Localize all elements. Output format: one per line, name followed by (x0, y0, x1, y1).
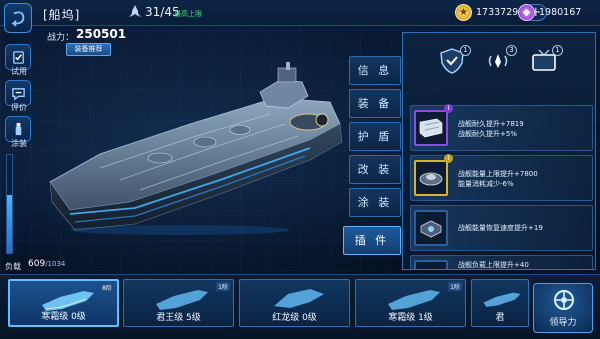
rocket-icon (129, 5, 141, 17)
ship-cap-note: 最高上限 (174, 10, 202, 18)
plugin-line-1: 战舰能量恢复速度提升+19 (458, 224, 543, 232)
trial-label: 试用 (11, 67, 27, 76)
recharge-module-icon (420, 220, 442, 238)
slot-count-badge: 3 (506, 45, 517, 56)
star-coin-icon: ★ (455, 4, 472, 21)
purple-gem-icon: ◆ (518, 4, 535, 21)
plugin-grade: I (444, 154, 453, 163)
plugin-thumb (414, 110, 448, 146)
ship-tier-tag: 1阶 (448, 282, 462, 291)
battleship-model (49, 62, 343, 235)
load-bar (6, 154, 13, 254)
page-title: [船坞] (43, 8, 81, 22)
ship-name: 君王级 5级 (156, 313, 201, 323)
plugin-line-1: 战舰耐久提升+7819 (458, 120, 524, 128)
paint-label: 涂装 (11, 139, 27, 148)
power-label: 战力： (47, 33, 75, 43)
gem-resource: ◆ 1980167 (518, 3, 581, 22)
check-doc-icon (12, 50, 24, 64)
tab-equipment[interactable]: 装 备 (349, 89, 401, 118)
ship-card[interactable]: 1阶 君王级 5级 (123, 279, 234, 327)
ship-thumb-icon (483, 292, 521, 307)
ship-thumb-icon (388, 290, 440, 310)
plugin-panel: 1 3 1 I 战舰耐久提升+7819 战舰耐久提升+5% I 战舰能量上限提升… (402, 32, 596, 270)
load-current: 609 (28, 259, 46, 269)
tab-modify[interactable]: 改 装 (349, 155, 401, 184)
load-max: /1034 (45, 260, 66, 268)
tab-plugins[interactable]: 插 件 (343, 226, 401, 255)
back-arrow-icon (11, 11, 25, 27)
gem-value: 1980167 (539, 7, 582, 18)
back-button[interactable] (4, 3, 32, 33)
load-value: 609/1034 (28, 259, 65, 269)
ship-card[interactable]: 1阶 寒霜级 1级 (355, 279, 466, 327)
load-bar-fill (7, 195, 12, 253)
plugin-item[interactable]: I 战舰耐久提升+7819 战舰耐久提升+5% (410, 104, 593, 151)
plugin-item[interactable]: I 战舰能量上限提升+7800 能量消耗减少-6% (410, 154, 593, 201)
ship-card[interactable]: 8阶 寒霜级 0级 (8, 279, 119, 327)
paint-bottle-icon (15, 122, 21, 135)
gold-value: 1733729 (476, 7, 519, 18)
plugin-thumb (414, 210, 448, 246)
plugin-line-1: 战舰负载上限提升+40 (458, 261, 529, 269)
ship-name: 寒霜级 1级 (388, 313, 433, 323)
leadership-button[interactable]: 领导力 (533, 283, 593, 333)
load-label: 负载 (5, 262, 21, 271)
ship-card[interactable]: 红龙级 0级 (239, 279, 350, 327)
plugin-desc: 战舰能量上限提升+7800 能量消耗减少-6% (458, 169, 538, 189)
ship-name: 红龙级 0级 (272, 313, 317, 323)
ship-name: 寒霜级 0级 (41, 312, 86, 322)
armor-plate-icon (419, 118, 443, 138)
plugin-thumb (414, 160, 448, 196)
review-label: 评价 (11, 103, 27, 112)
plugin-desc: 战舰能量恢复速度提升+19 (458, 223, 543, 233)
equip-recommend-button[interactable]: 装备推荐 (66, 43, 111, 56)
plugin-desc: 战舰耐久提升+7819 战舰耐久提升+5% (458, 119, 524, 139)
plugin-thumb (414, 260, 448, 270)
ship-tier-tag: 8阶 (100, 283, 114, 292)
plugin-line-2: 战舰耐久提升+5% (458, 130, 517, 138)
ship-tier-tag: 1阶 (216, 282, 230, 291)
plugin-item[interactable]: 战舰能量恢复速度提升+19 (410, 205, 593, 251)
ship-thumb-icon (274, 289, 324, 308)
slot-count-badge: 1 (460, 45, 471, 56)
ship-thumb-icon (156, 290, 208, 310)
ship-card[interactable]: 君 (471, 279, 529, 327)
leadership-label: 领导力 (549, 318, 577, 328)
energy-core-icon (419, 172, 443, 186)
comment-icon (11, 87, 25, 100)
cargo-module-icon (417, 266, 445, 270)
plugin-item[interactable]: 战舰负载上限提升+40 (410, 255, 593, 270)
plugin-grade: I (444, 104, 453, 113)
steering-wheel-icon (554, 290, 574, 310)
plugin-line-1: 战舰能量上限提升+7800 (458, 170, 538, 178)
dock-screen: [船坞] 31/45 最高上限 ★ 1733729 + ◆ 1980167 战力… (0, 0, 600, 339)
plugin-line-2: 能量消耗减少-6% (458, 180, 514, 188)
plugin-desc: 战舰负载上限提升+40 (458, 260, 529, 269)
tab-shield[interactable]: 护 盾 (349, 122, 401, 151)
tab-paint[interactable]: 涂 装 (349, 188, 401, 217)
power-value: 250501 (76, 27, 127, 41)
ship-name: 君 (495, 313, 505, 323)
slot-count-badge: 1 (552, 45, 563, 56)
tab-info[interactable]: 信 息 (349, 56, 401, 85)
